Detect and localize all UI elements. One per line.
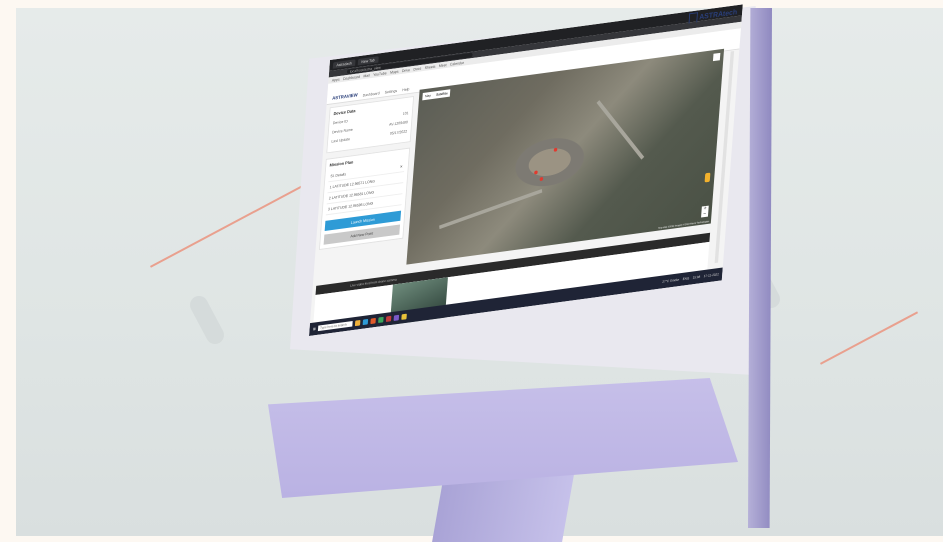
map-attribution: Map data ©2022 Imagery ©2022 Maxar Techn… <box>658 220 710 230</box>
map-road <box>439 188 543 230</box>
app-icon[interactable] <box>362 318 369 326</box>
map-type-satellite[interactable]: Satellite <box>433 89 450 99</box>
device-row-key: Last Update <box>331 136 351 144</box>
app-icon[interactable] <box>386 315 392 322</box>
astra-logo-icon <box>688 11 698 24</box>
system-tray: 27°C Smoke ENG 15:08 17-11-2022 <box>662 272 722 284</box>
map-type-map[interactable]: Map <box>422 92 434 101</box>
device-row-value: AV-1209480 <box>388 119 409 127</box>
map-pin-icon[interactable] <box>539 176 543 182</box>
app-icon[interactable] <box>393 314 400 321</box>
app-icon[interactable] <box>378 316 384 324</box>
device-data-card: Device Data Device ID 101 Device Name AV… <box>326 96 415 154</box>
weather-text[interactable]: 27°C Smoke <box>662 278 679 284</box>
app-icon[interactable] <box>401 313 408 320</box>
mission-plan-card: Mission Plan Sl. Details ✕ 1 LATITUDE 12… <box>318 147 411 250</box>
bookmark[interactable]: Mail <box>363 73 370 78</box>
language-text[interactable]: ENG <box>683 276 690 281</box>
taskbar-search-input[interactable]: Type here to search <box>318 320 353 332</box>
device-row-key: Device ID <box>332 118 348 126</box>
map-pin-icon[interactable] <box>533 170 538 175</box>
zoom-control: + − <box>701 205 709 218</box>
device-row-value: 05/17/2022 <box>389 128 408 136</box>
waypoint-text: 3 LATITUDE 12.96595 LONG <box>327 200 374 212</box>
clock-date[interactable]: 17-11-2022 <box>704 273 719 279</box>
map-type-control: Map Satellite <box>422 89 451 101</box>
map-road <box>596 100 645 160</box>
street-view-pegman-icon[interactable] <box>704 172 711 183</box>
fullscreen-icon[interactable] <box>712 52 721 62</box>
left-panel: Device Data Device ID 101 Device Name AV… <box>317 96 415 273</box>
refresh-icon[interactable]: ↻ <box>341 70 344 75</box>
monitor-screen: Astradash New Tab ASTRAtech ← ↻ localhos… <box>309 4 743 336</box>
device-row-value: 101 <box>402 110 409 116</box>
map-pin-icon[interactable] <box>553 147 558 152</box>
start-icon[interactable]: ▦ <box>313 327 316 331</box>
app-icon[interactable] <box>355 319 361 327</box>
browser-tab[interactable]: New Tab <box>357 55 379 65</box>
back-icon[interactable]: ← <box>334 71 338 76</box>
clock-time[interactable]: 15:08 <box>693 275 701 280</box>
delete-icon[interactable]: ✕ <box>400 164 403 169</box>
zoom-out-icon[interactable]: − <box>701 211 708 217</box>
device-row-key: Device Name <box>332 127 354 135</box>
mission-header-label: Sl. Details <box>330 171 347 179</box>
app-icon[interactable] <box>370 317 377 325</box>
